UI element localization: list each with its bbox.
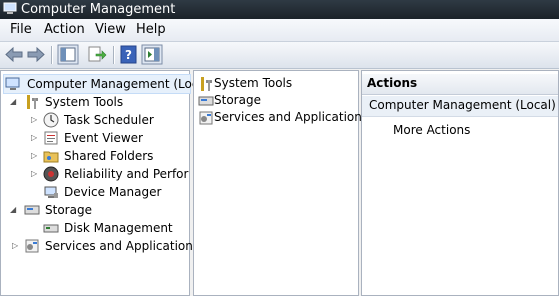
menu-view[interactable]: View [93, 22, 128, 38]
services-icon [199, 111, 213, 125]
tree-item-event-viewer[interactable]: ▷ Event Viewer [1, 129, 189, 147]
tree-item-label: Event Viewer [64, 131, 143, 145]
services-icon [25, 239, 39, 253]
list-item-label: Storage [214, 93, 261, 107]
show-hide-console-tree-icon[interactable] [57, 44, 79, 65]
list-item-services-applications[interactable]: Services and Applications [198, 109, 368, 126]
tree-item-services-applications[interactable]: ▷ Services and Applications [1, 237, 199, 255]
system-tools-icon [201, 77, 212, 91]
tree-item-device-manager[interactable]: Device Manager [1, 183, 189, 201]
expand-icon[interactable]: ▷ [31, 129, 41, 147]
storage-icon [24, 205, 40, 215]
computer-management-icon [3, 2, 17, 14]
tree-item-computer-management[interactable]: Computer Management (Local [3, 74, 209, 94]
list-item-label: Services and Applications [214, 110, 369, 124]
tree-item-task-scheduler[interactable]: ▷ Task Scheduler [1, 111, 189, 129]
svg-text:?: ? [125, 48, 132, 62]
help-icon[interactable]: ? [118, 44, 140, 65]
toolbar: ? [0, 42, 559, 69]
tree-item-label: Device Manager [64, 185, 162, 199]
actions-section-label: Computer Management (Local) [369, 98, 556, 112]
collapse-icon[interactable]: ◢ [10, 93, 20, 111]
title-bar: Computer Management [0, 0, 559, 19]
toolbar-separator [51, 46, 53, 64]
tree-item-label: Shared Folders [64, 149, 154, 163]
menu-bar: File Action View Help [0, 19, 559, 42]
expand-icon[interactable]: ▷ [31, 165, 41, 183]
system-tools-icon [27, 95, 38, 109]
collapse-icon[interactable]: ◢ [10, 201, 20, 219]
actions-title: Actions [367, 76, 418, 90]
forward-icon[interactable] [25, 44, 47, 65]
menu-help[interactable]: Help [134, 22, 168, 38]
menu-file[interactable]: File [8, 22, 34, 38]
tree-item-label: Task Scheduler [64, 113, 154, 127]
list-item-system-tools[interactable]: System Tools [198, 75, 356, 92]
tree-item-label: Disk Management [64, 221, 173, 235]
performance-icon [43, 166, 59, 182]
disk-management-icon [43, 224, 59, 233]
tree-item-label: Reliability and Performa [64, 167, 189, 181]
details-pane[interactable]: System Tools Storage Services and Applic… [193, 70, 368, 296]
tree-item-disk-management[interactable]: Disk Management [1, 219, 189, 237]
clock-icon [43, 112, 59, 128]
export-list-icon[interactable] [86, 44, 108, 65]
actions-section-computer-management[interactable]: Computer Management (Local) [362, 96, 558, 117]
tree-item-label: Storage [45, 203, 92, 217]
more-actions-link[interactable]: More Actions [393, 123, 470, 137]
list-item-label: System Tools [214, 76, 293, 90]
tree-item-label: Computer Management (Local [27, 77, 210, 91]
device-manager-icon [44, 186, 58, 198]
tree-item-shared-folders[interactable]: ▷ Shared Folders [1, 147, 189, 165]
storage-icon [198, 96, 214, 106]
shared-folder-icon [43, 151, 59, 163]
back-icon[interactable] [3, 44, 25, 65]
show-hide-action-pane-icon[interactable] [141, 44, 163, 65]
event-viewer-icon [44, 131, 58, 145]
console-tree-pane[interactable]: Computer Management (Local ◢ System Tool… [0, 70, 209, 296]
tree-item-storage[interactable]: ◢ Storage [1, 201, 189, 219]
expand-icon[interactable]: ▷ [31, 111, 41, 129]
expand-icon[interactable]: ▷ [31, 147, 41, 165]
menu-action[interactable]: Action [42, 22, 87, 38]
expand-icon[interactable]: ▷ [12, 237, 22, 255]
computer-management-icon [5, 77, 20, 90]
tree-item-label: Services and Applications [45, 239, 200, 253]
list-item-storage[interactable]: Storage [198, 92, 356, 109]
actions-header: Actions [362, 74, 558, 95]
tree-item-label: System Tools [45, 95, 124, 109]
tree-item-system-tools[interactable]: ◢ System Tools [1, 93, 189, 111]
tree-item-reliability-performance[interactable]: ▷ Reliability and Performa [1, 165, 189, 183]
toolbar-separator [113, 46, 115, 64]
window-title: Computer Management [21, 2, 176, 17]
actions-pane: Actions Computer Management (Local) More… [361, 70, 559, 296]
